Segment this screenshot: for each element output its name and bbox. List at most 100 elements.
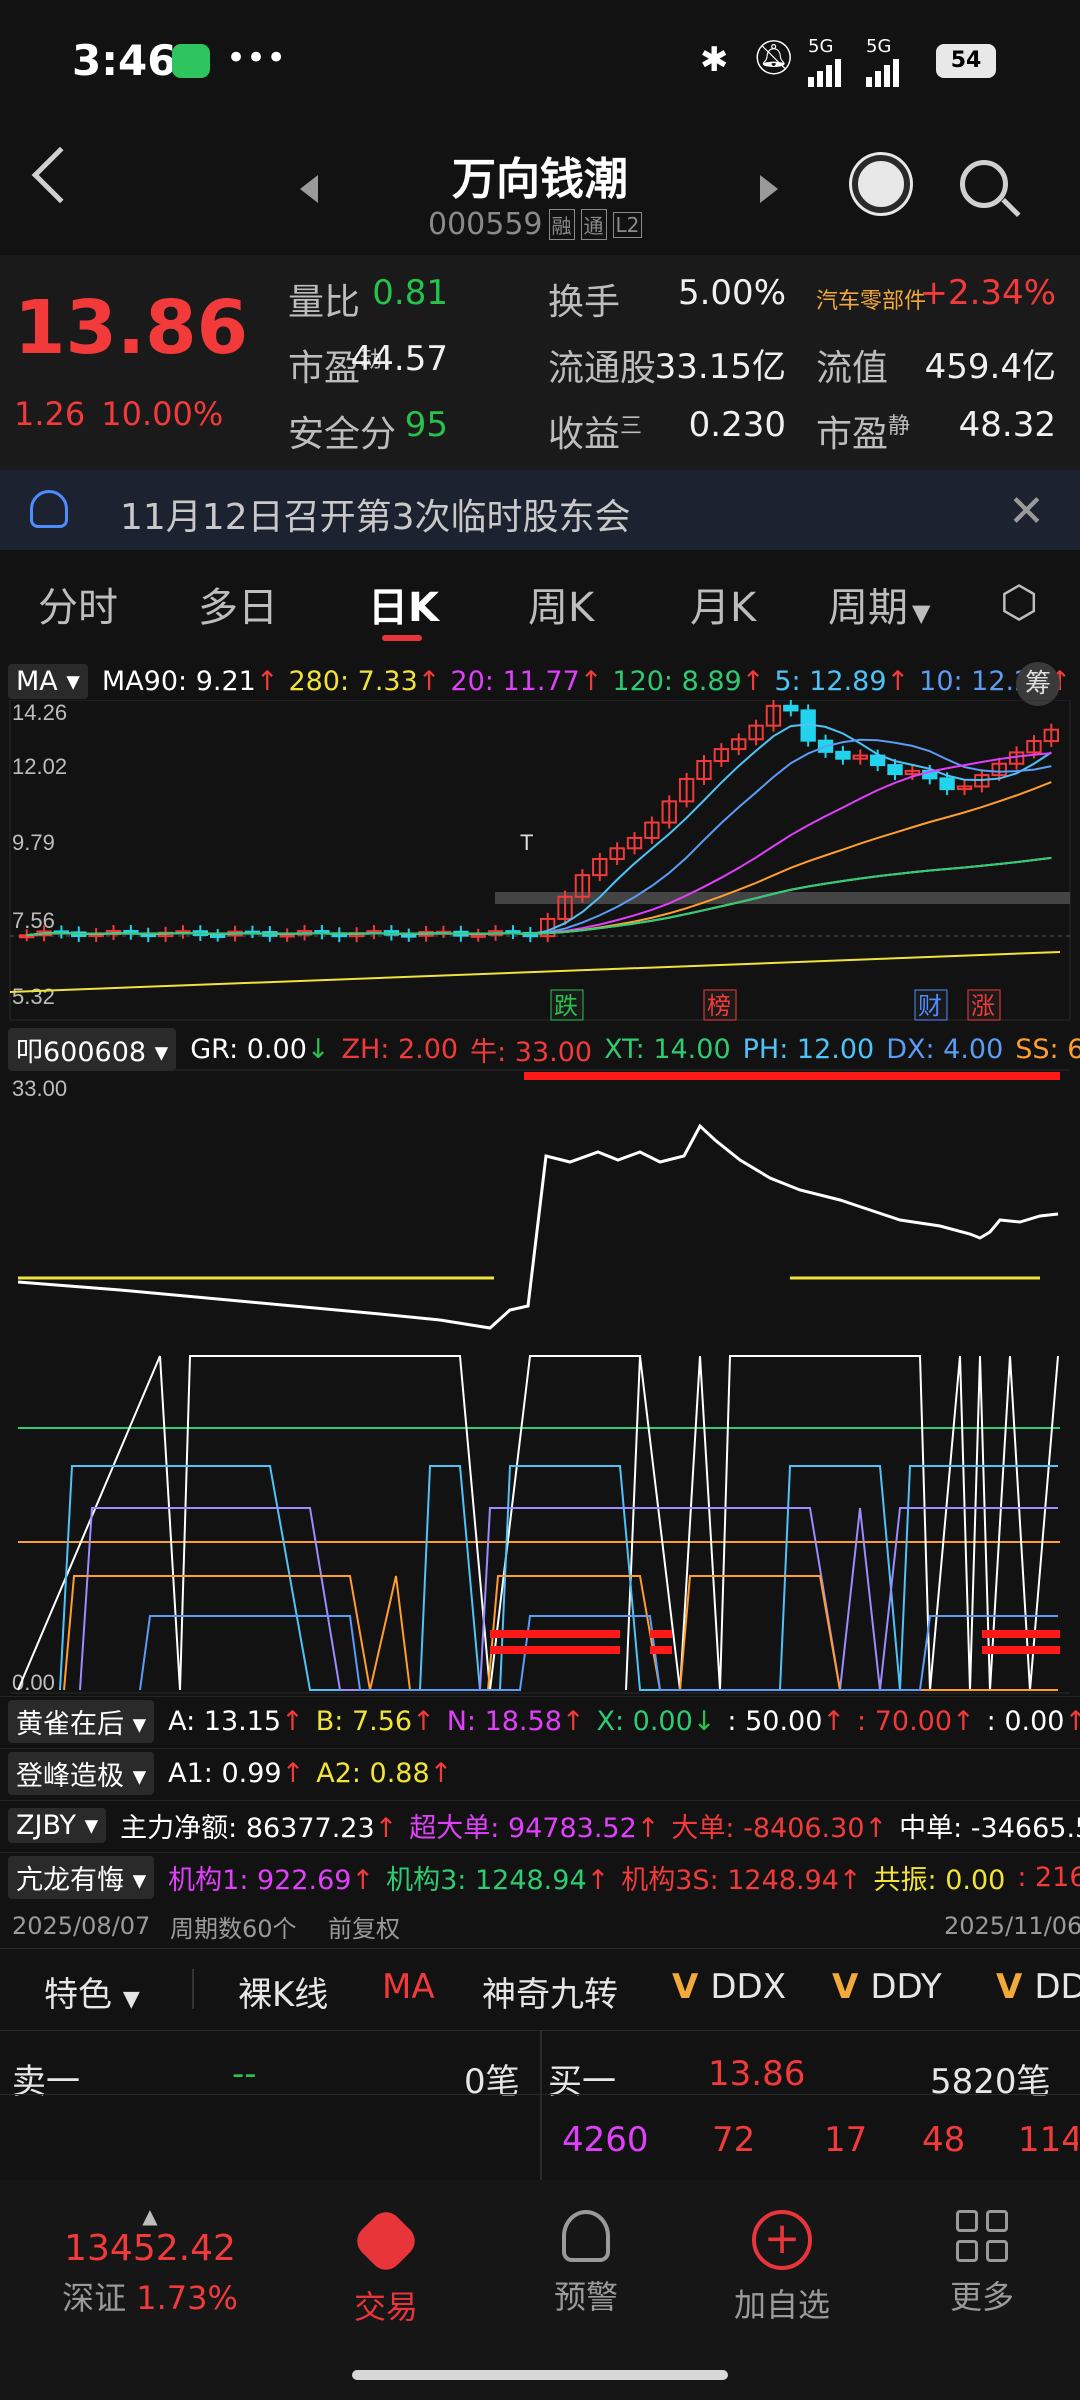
red-signal-bar bbox=[650, 1646, 672, 1654]
feature-ddx[interactable]: V DDX bbox=[672, 1967, 786, 2007]
ma-selector[interactable]: MA ▾ bbox=[8, 663, 88, 699]
status-time: 3:46 bbox=[72, 36, 177, 85]
nav-add-watchlist[interactable]: + 加自选 bbox=[702, 2210, 862, 2326]
tab-weekly-k[interactable]: 周K bbox=[528, 575, 594, 633]
candle-body bbox=[783, 704, 799, 712]
y-axis-label: 14.26 bbox=[12, 700, 67, 725]
nav-more[interactable]: 更多 bbox=[902, 2210, 1062, 2318]
divider bbox=[192, 1969, 194, 2009]
indicator1-text: DX: 4.00 bbox=[886, 1033, 1004, 1065]
tab-multi-day[interactable]: 多日 bbox=[198, 575, 278, 633]
feature-ddy[interactable]: V DDY bbox=[832, 1967, 942, 2007]
mascot-icon[interactable] bbox=[852, 155, 910, 213]
mute-icon: 🔕︎ bbox=[752, 38, 796, 78]
indicator-selector[interactable]: 登峰造极 ▾ bbox=[8, 1752, 155, 1795]
quote-stat-value: 95 bbox=[404, 405, 448, 445]
nav-alert[interactable]: 预警 bbox=[506, 2210, 666, 2318]
announcement-bar[interactable]: 11月12日召开第3次临时股东会 ✕ bbox=[0, 470, 1080, 550]
close-icon[interactable]: ✕ bbox=[1008, 486, 1045, 537]
quote-stat-value: 33.15亿 bbox=[654, 347, 786, 387]
settings-hexagon-icon[interactable]: ⬡ bbox=[1000, 577, 1038, 628]
nav-trade[interactable]: 交易 bbox=[306, 2205, 466, 2328]
quote-stat-value: 0.230 bbox=[688, 405, 786, 445]
quote-stat-label-text: 市盈 bbox=[816, 414, 889, 455]
feature-dd-label: DD bbox=[1034, 1967, 1080, 2007]
range-end: 2025/11/06 bbox=[944, 1912, 1080, 1940]
indicator-legend-row: 亢龙有悔 ▾ 机构1: 922.69↑ 机构3: 1248.94↑ 机构3S: 124… bbox=[0, 1852, 1080, 1902]
plus-circle-icon: + bbox=[752, 2210, 812, 2270]
indicator-item: X: 0.00↓ bbox=[597, 1706, 716, 1737]
orderbook-divider bbox=[540, 2030, 542, 2180]
stock-code: 000559 bbox=[428, 207, 543, 242]
signal-5g-1-icon: 5G bbox=[808, 36, 841, 87]
badge-connect: 通 bbox=[580, 209, 607, 240]
tab-daily-k[interactable]: 日K bbox=[368, 575, 439, 633]
feature-ma[interactable]: MA bbox=[382, 1967, 435, 2007]
indicator1-item: 牛: 33.00 bbox=[470, 1030, 592, 1069]
red-signal-bar bbox=[490, 1630, 620, 1638]
candle-body bbox=[887, 764, 903, 776]
tab-intraday[interactable]: 分时 bbox=[38, 575, 118, 633]
arrow-icon: ↑ bbox=[412, 1706, 435, 1737]
arrow-icon: ↑ bbox=[281, 1706, 304, 1737]
indicator-selector[interactable]: 亢龙有悔 ▾ bbox=[8, 1856, 155, 1899]
quote-panel: 13.86 1.26 10.00% 量比 0.81 换手 5.00% 汽车零部件 +2.3… bbox=[0, 255, 1080, 470]
indicator-selector[interactable]: ZJBY ▾ bbox=[8, 1808, 107, 1843]
buy-one-label: 买一 bbox=[548, 2062, 616, 2102]
indicator-item: 机构1: 922.69↑ bbox=[168, 1858, 374, 1897]
indicator-item: 共振: 0.00 bbox=[874, 1858, 1006, 1897]
tab-period[interactable]: 周期 ▼ bbox=[828, 575, 930, 633]
wechat-icon bbox=[172, 44, 210, 78]
ma-line bbox=[26, 781, 1052, 937]
range-adjust[interactable]: 前复权 bbox=[328, 1909, 400, 1944]
home-indicator[interactable] bbox=[352, 2370, 728, 2380]
ma-legend-text: MA90: 9.21 bbox=[101, 665, 256, 697]
battery-icon: 54 bbox=[936, 44, 996, 78]
indicator1-selector[interactable]: 叩600608 ▾ bbox=[8, 1027, 177, 1071]
buy-one-count: 5820笔 bbox=[930, 2062, 1051, 2102]
index-ticker[interactable]: ▲ 13452.42 深证 1.73% bbox=[40, 2204, 260, 2319]
indicator-item: : 50.00↑ bbox=[727, 1706, 845, 1737]
tab-period-label: 周期 bbox=[828, 585, 908, 631]
indicator-selector[interactable]: 黄雀在后 ▾ bbox=[8, 1700, 155, 1743]
indicator1-item: PH: 12.00 bbox=[743, 1034, 875, 1065]
y-axis-label: 5.32 bbox=[12, 984, 55, 1009]
arrow-icon: ↓ bbox=[692, 1706, 716, 1737]
index-value: 13452.42 bbox=[64, 2228, 236, 2269]
queue-item: 4260 bbox=[562, 2120, 649, 2160]
stock-code-row: 000559 融 通 L2 bbox=[428, 207, 643, 242]
y-axis-label: 0.00 bbox=[12, 1670, 55, 1695]
quote-stat-label: 量比 bbox=[288, 273, 360, 325]
feature-ddy-label: DDY bbox=[870, 1967, 942, 2007]
indicator-item-text: B: 7.56 bbox=[315, 1706, 413, 1737]
arrow-icon: ↑ bbox=[636, 1813, 660, 1844]
status-bar: 3:46 ••• ✱ 🔕︎ 5G 5G 54 bbox=[0, 0, 1080, 125]
quote-stat-label: 安全分 bbox=[288, 405, 396, 457]
reference-band bbox=[495, 892, 1070, 904]
indicator-item-text: : 0.00 bbox=[986, 1706, 1065, 1737]
ma-legend-item: 120: 8.89↑ bbox=[612, 666, 764, 697]
signal-5g-2-icon: 5G bbox=[866, 36, 899, 87]
indicator-item: : 0.00↑ bbox=[987, 1706, 1080, 1737]
arrow-icon: ↑ bbox=[374, 1813, 398, 1844]
bluetooth-icon: ✱ bbox=[700, 40, 729, 80]
red-signal-bar bbox=[650, 1630, 672, 1638]
event-marker: 跌 bbox=[554, 992, 578, 1020]
next-stock-icon[interactable] bbox=[760, 175, 778, 203]
date-range-row: 2025/08/07 周期数60个 前复权 2025/11/06 bbox=[0, 1908, 1080, 1944]
feature-magic-nine[interactable]: 神奇九转 bbox=[482, 1967, 618, 2016]
arrow-icon: ↑ bbox=[586, 1865, 610, 1896]
indicator1-text: SS: 6.00 bbox=[1015, 1033, 1080, 1065]
feature-naked-k[interactable]: 裸K线 bbox=[238, 1967, 328, 2016]
indicator-item-text: : 2160.7 bbox=[1017, 1862, 1080, 1893]
quote-stat-value: 48.32 bbox=[958, 405, 1056, 445]
arrow-up-icon: ↑ bbox=[417, 665, 441, 697]
feature-dd[interactable]: V DD bbox=[996, 1967, 1080, 2007]
red-signal-bar bbox=[982, 1646, 1060, 1654]
tab-monthly-k[interactable]: 月K bbox=[690, 575, 756, 633]
arrow-icon: ↑ bbox=[281, 1758, 305, 1789]
sell-one-label: 卖一 bbox=[12, 2062, 80, 2102]
ma-legend-item: MA90: 9.21↑ bbox=[102, 666, 279, 697]
feature-ddx-label: DDX bbox=[710, 1967, 786, 2007]
feature-selector[interactable]: 特色 ▼ bbox=[44, 1967, 140, 2016]
